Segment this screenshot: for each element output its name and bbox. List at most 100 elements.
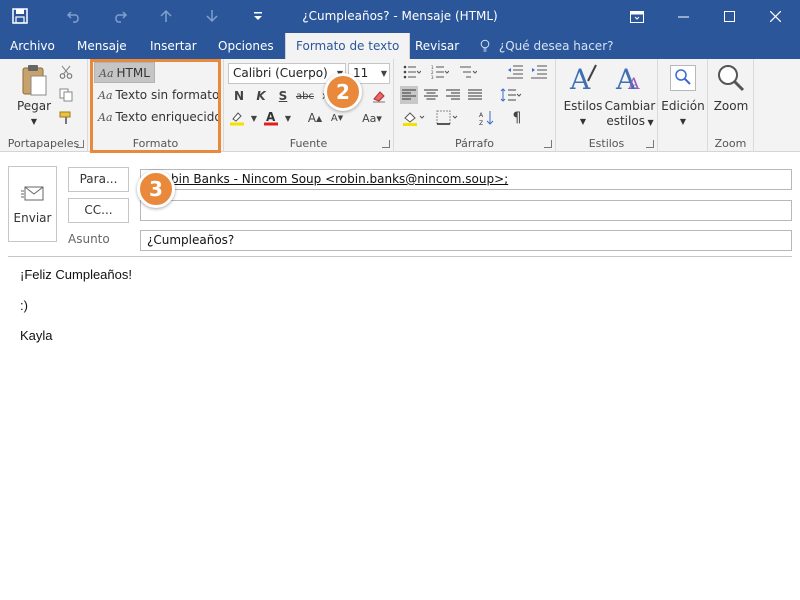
format-aa-icon: Aa bbox=[99, 67, 114, 80]
shading-icon[interactable] bbox=[400, 109, 428, 127]
svg-text:A: A bbox=[266, 110, 276, 124]
align-left-icon[interactable] bbox=[400, 86, 418, 104]
send-label: Enviar bbox=[13, 211, 52, 225]
message-body[interactable]: ¡Feliz Cumpleaños! :) Kayla bbox=[8, 256, 792, 600]
sort-icon[interactable]: AZ bbox=[478, 109, 496, 127]
tab-opciones[interactable]: Opciones bbox=[208, 33, 284, 59]
arrow-up-icon[interactable] bbox=[156, 6, 176, 26]
editing-button[interactable]: Edición ▼ bbox=[660, 61, 706, 129]
chevron-down-icon[interactable]: ▼ bbox=[279, 109, 297, 127]
format-group: Aa HTML Aa Texto sin formato Aa Texto enriq… bbox=[88, 59, 224, 152]
lightbulb-icon bbox=[480, 39, 494, 53]
strikethrough-icon[interactable]: abc bbox=[296, 87, 314, 105]
svg-text:3: 3 bbox=[431, 75, 434, 79]
font-group-label: Fuente bbox=[289, 137, 328, 150]
magnifier-icon bbox=[710, 61, 752, 99]
tell-me-box[interactable]: ¿Qué desea hacer? bbox=[480, 33, 614, 59]
tab-formato-de-texto[interactable]: Formato de texto bbox=[285, 33, 411, 59]
format-aa-icon: Aa bbox=[98, 111, 113, 124]
decrease-indent-icon[interactable] bbox=[506, 63, 524, 81]
tab-mensaje[interactable]: Mensaje bbox=[67, 33, 137, 59]
format-group-label: Formato bbox=[132, 137, 179, 150]
subject-field[interactable]: ¿Cumpleaños? bbox=[140, 230, 792, 251]
chevron-down-icon: ▼ bbox=[579, 117, 587, 126]
line-spacing-icon[interactable] bbox=[498, 86, 524, 104]
shrink-font-icon[interactable]: A ▼ bbox=[328, 109, 346, 127]
increase-indent-icon[interactable] bbox=[530, 63, 548, 81]
show-marks-icon[interactable]: ¶ bbox=[508, 109, 526, 127]
clear-formatting-icon[interactable] bbox=[370, 87, 388, 105]
change-styles-icon: AA bbox=[604, 61, 656, 99]
format-painter-icon[interactable] bbox=[57, 109, 75, 127]
underline-icon[interactable]: S bbox=[274, 87, 292, 105]
zoom-button[interactable]: Zoom bbox=[710, 61, 752, 114]
tab-archivo[interactable]: Archivo bbox=[0, 33, 65, 59]
copy-icon[interactable] bbox=[57, 86, 75, 104]
format-plain-text-option[interactable]: Aa Texto sin formato bbox=[94, 85, 223, 106]
change-styles-label-2: estilos ▼ bbox=[606, 114, 654, 128]
paragraph-group-label: Párrafo bbox=[454, 137, 495, 150]
save-icon[interactable] bbox=[10, 6, 30, 26]
align-right-icon[interactable] bbox=[444, 86, 462, 104]
paste-dropdown-icon[interactable]: ▼ bbox=[12, 114, 56, 129]
minimize-icon[interactable] bbox=[660, 0, 706, 33]
body-line: :) bbox=[20, 298, 28, 313]
arrow-down-icon[interactable] bbox=[202, 6, 222, 26]
svg-text:A: A bbox=[569, 63, 591, 95]
maximize-icon[interactable] bbox=[706, 0, 752, 33]
to-field[interactable]: bin Banks - Nincom Soup <robin.banks@nin… bbox=[140, 169, 792, 190]
styles-icon: A bbox=[562, 61, 604, 99]
ribbon-tab-bar: Archivo Mensaje Insertar Opciones Format… bbox=[0, 33, 800, 59]
grow-font-icon[interactable]: A ▲ bbox=[306, 109, 324, 127]
chevron-down-icon: ▼ bbox=[679, 117, 687, 126]
format-rich-text-option[interactable]: Aa Texto enriquecido bbox=[94, 107, 226, 128]
cut-icon[interactable] bbox=[57, 63, 75, 81]
bold-icon[interactable]: N bbox=[230, 87, 248, 105]
format-html-option[interactable]: Aa HTML bbox=[94, 62, 155, 83]
tell-me-text: ¿Qué desea hacer? bbox=[498, 39, 614, 53]
tab-insertar[interactable]: Insertar bbox=[140, 33, 207, 59]
cc-button[interactable]: CC... bbox=[68, 198, 129, 223]
align-center-icon[interactable] bbox=[422, 86, 440, 104]
change-styles-button[interactable]: AA Cambiar estilos ▼ bbox=[604, 61, 656, 130]
paste-label: Pegar bbox=[16, 99, 52, 113]
borders-icon[interactable] bbox=[434, 109, 462, 127]
tab-revisar[interactable]: Revisar bbox=[405, 33, 469, 59]
change-styles-label: Cambiar bbox=[604, 99, 656, 113]
italic-icon[interactable]: K bbox=[252, 87, 270, 105]
svg-text:A: A bbox=[627, 74, 640, 93]
justify-icon[interactable] bbox=[466, 86, 484, 104]
send-button[interactable]: Enviar bbox=[8, 166, 57, 242]
chevron-down-icon: ▼ bbox=[380, 69, 387, 78]
change-case-icon[interactable]: Aa▾ bbox=[358, 109, 386, 127]
svg-text:Z: Z bbox=[479, 120, 483, 126]
paste-button[interactable]: Pegar ▼ bbox=[12, 63, 56, 129]
to-button[interactable]: Para... bbox=[68, 167, 129, 192]
cc-field[interactable] bbox=[140, 200, 792, 221]
find-icon bbox=[660, 61, 706, 99]
close-icon[interactable] bbox=[752, 0, 798, 33]
clipboard-launcher-icon[interactable] bbox=[76, 140, 84, 148]
chevron-down-icon[interactable]: ▼ bbox=[245, 109, 263, 127]
font-color-icon[interactable]: A bbox=[262, 109, 280, 127]
format-html-label: HTML bbox=[116, 66, 150, 80]
multilevel-list-icon[interactable] bbox=[456, 63, 480, 81]
undo-icon[interactable] bbox=[64, 6, 84, 26]
font-launcher-icon[interactable] bbox=[382, 140, 390, 148]
paragraph-launcher-icon[interactable] bbox=[544, 140, 552, 148]
redo-icon[interactable] bbox=[110, 6, 130, 26]
ribbon-display-icon[interactable] bbox=[614, 0, 660, 33]
customize-toolbar-icon[interactable] bbox=[248, 6, 268, 26]
styles-launcher-icon[interactable] bbox=[646, 140, 654, 148]
subject-label: Asunto bbox=[68, 232, 110, 246]
highlight-color-icon[interactable] bbox=[228, 109, 246, 127]
styles-button[interactable]: A Estilos ▼ bbox=[562, 61, 604, 129]
styles-group-label: Estilos bbox=[588, 137, 625, 150]
bullets-icon[interactable] bbox=[400, 63, 424, 81]
format-plain-text-label: Texto sin formato bbox=[115, 88, 220, 102]
format-aa-icon: Aa bbox=[98, 89, 113, 102]
font-group: Calibri (Cuerpo) ▼ 11 ▼ N K S abc x₂ x² … bbox=[224, 59, 394, 152]
ribbon: Pegar ▼ Portapapeles Aa HTML Aa Texto sin … bbox=[0, 59, 800, 152]
body-line: Kayla bbox=[20, 328, 53, 343]
numbering-icon[interactable]: 123 bbox=[428, 63, 452, 81]
